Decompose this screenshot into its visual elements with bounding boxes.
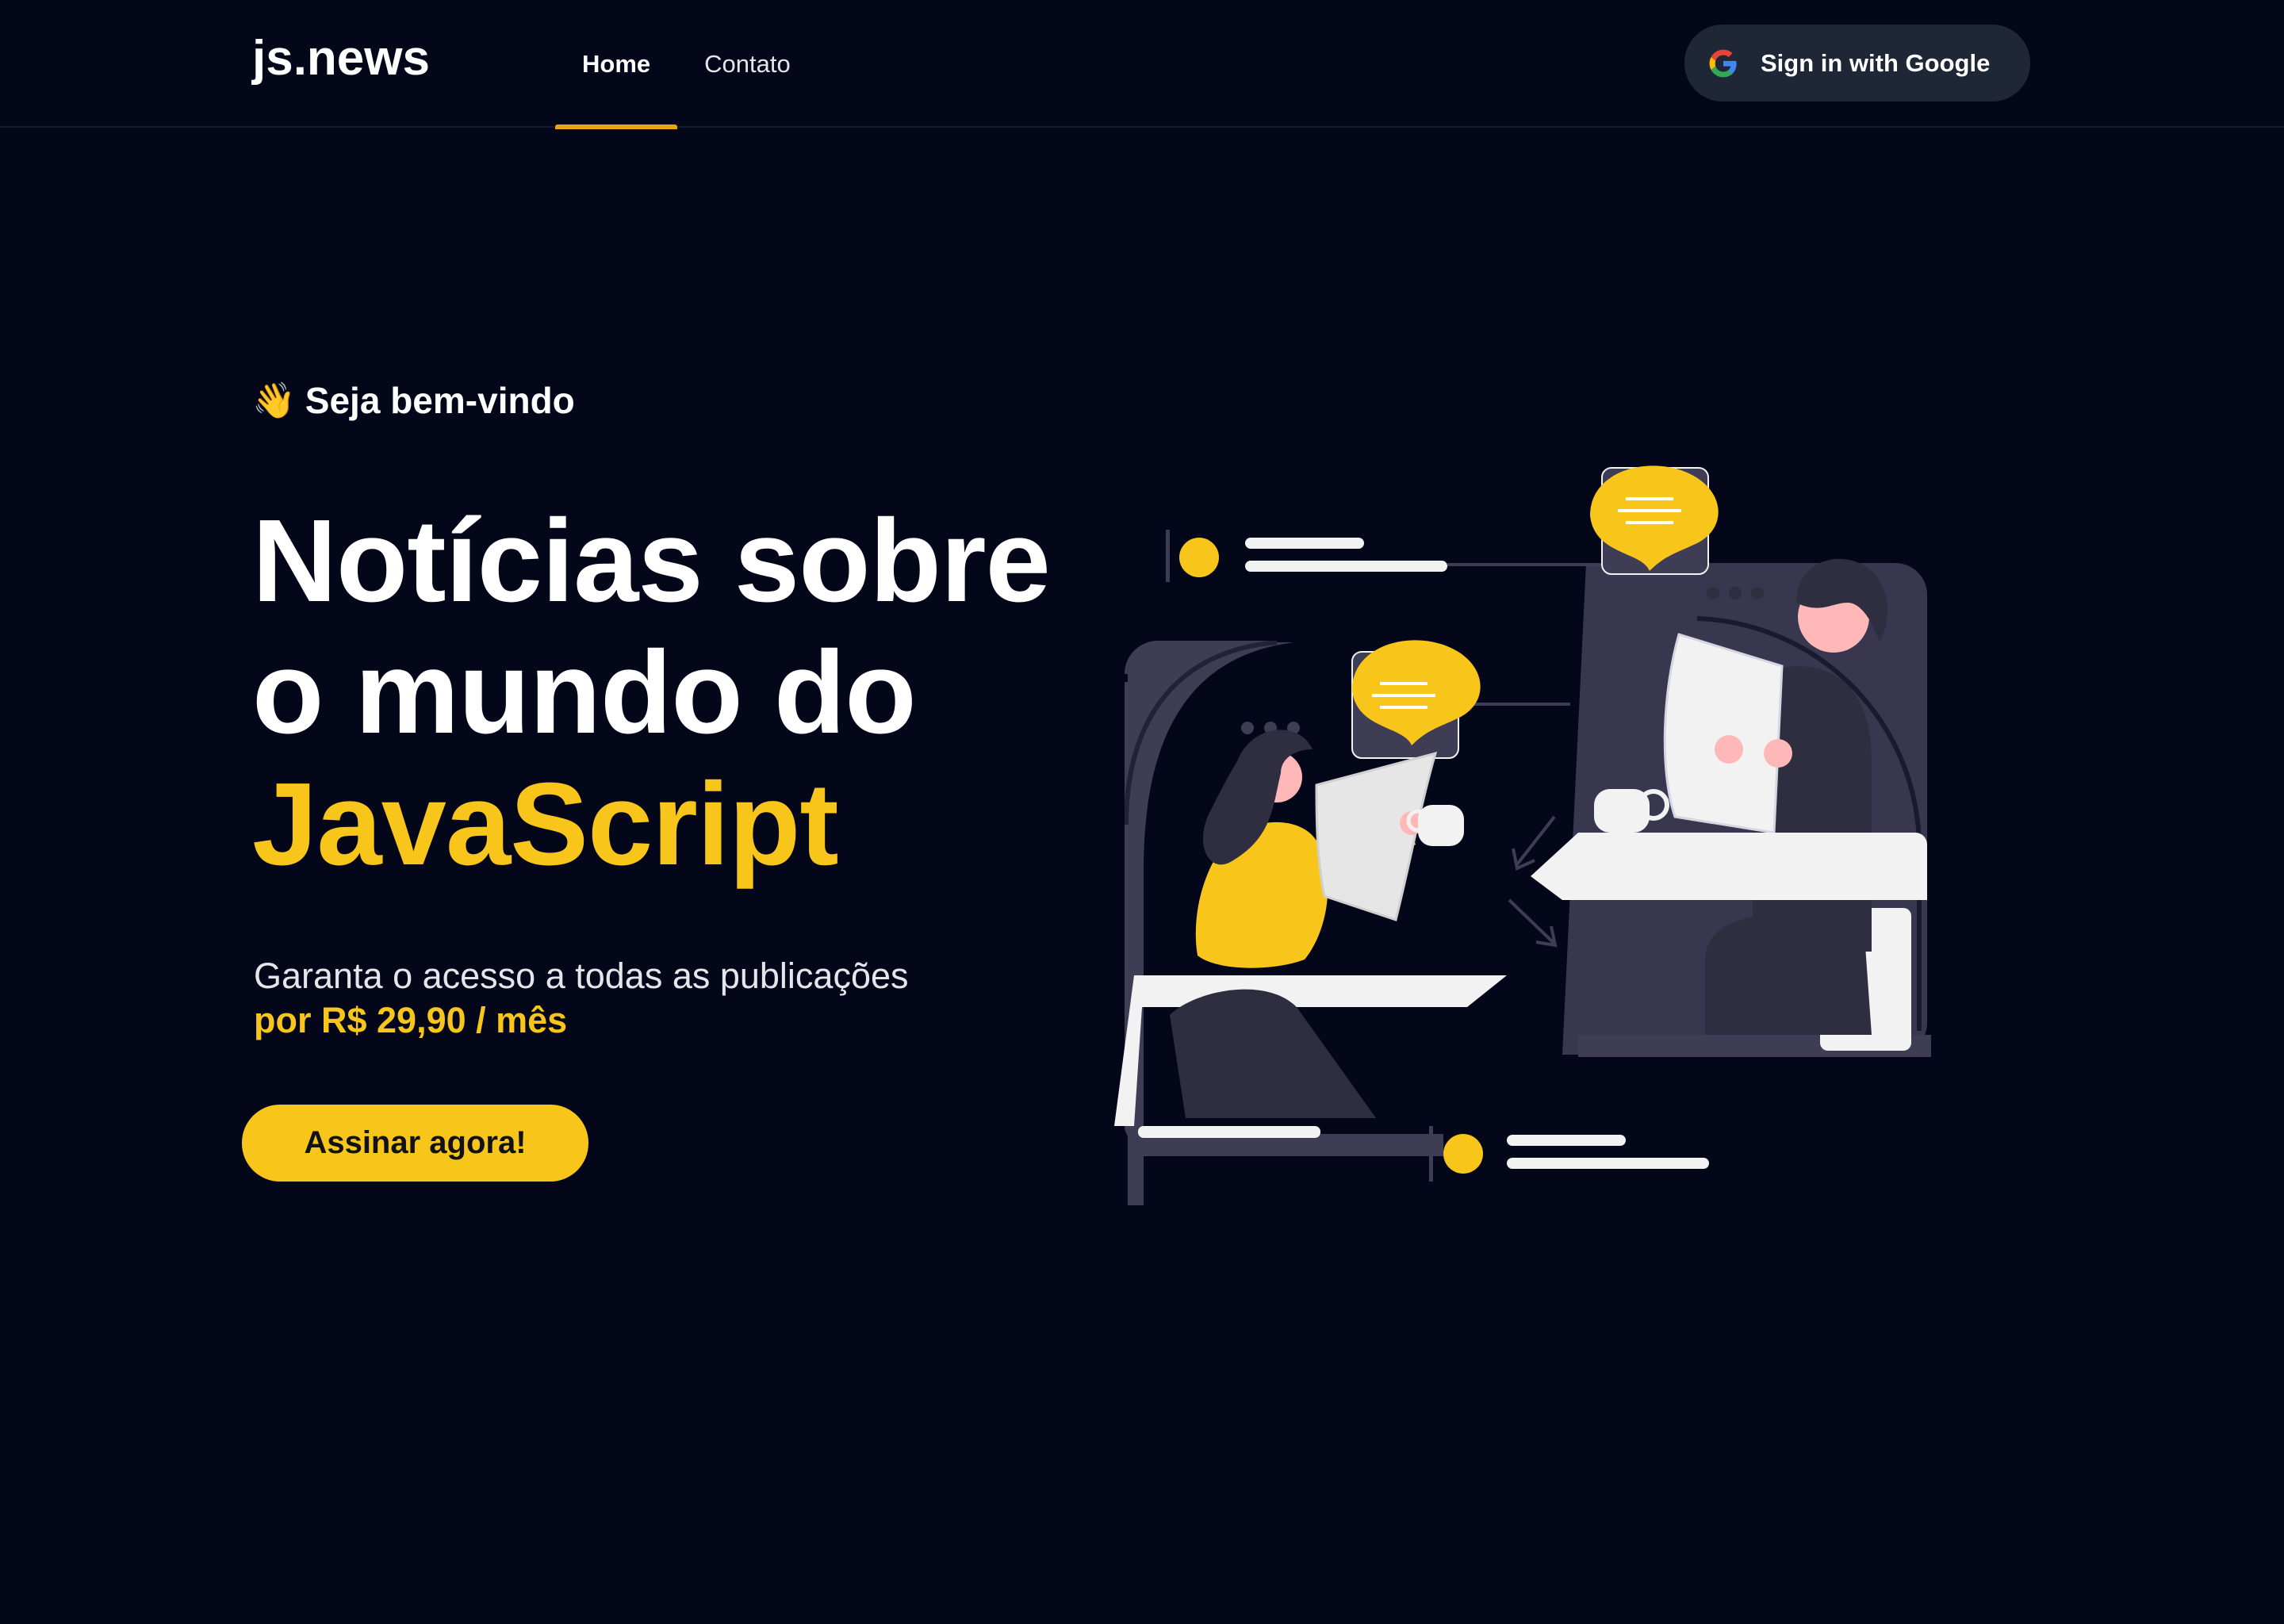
logo[interactable]: js.news bbox=[252, 30, 430, 86]
nav-contato-link[interactable]: Contato bbox=[677, 0, 818, 128]
headline-accent: JavaScript bbox=[252, 759, 839, 890]
waving-hand-icon: 👋 bbox=[252, 381, 296, 420]
subtitle-text: Garanta o acesso a todas as publicações bbox=[254, 956, 909, 996]
google-signin-label: Sign in with Google bbox=[1761, 48, 1991, 77]
price-text: por R$ 29,90 / mês bbox=[254, 1000, 568, 1040]
main-nav: Home Contato bbox=[555, 0, 818, 129]
welcome-label: Seja bem-vindo bbox=[305, 380, 575, 421]
headline-line-1: Notícias sobre bbox=[252, 496, 1051, 626]
reading-people-illustration bbox=[1114, 465, 1931, 1205]
subtitle: Garanta o acesso a todas as publicações … bbox=[254, 954, 909, 1043]
page-title: Notícias sobre o mundo do JavaScript bbox=[252, 496, 1125, 891]
google-signin-button[interactable]: Sign in with Google bbox=[1684, 25, 2030, 102]
welcome-text: 👋 Seja bem-vindo bbox=[252, 379, 575, 422]
subscribe-button[interactable]: Assinar agora! bbox=[242, 1105, 588, 1182]
site-header: js.news Home Contato Sign in with Google bbox=[0, 0, 2284, 129]
nav-home-link[interactable]: Home bbox=[555, 0, 678, 129]
headline-line-2: o mundo do bbox=[252, 627, 917, 758]
google-icon bbox=[1709, 49, 1737, 77]
